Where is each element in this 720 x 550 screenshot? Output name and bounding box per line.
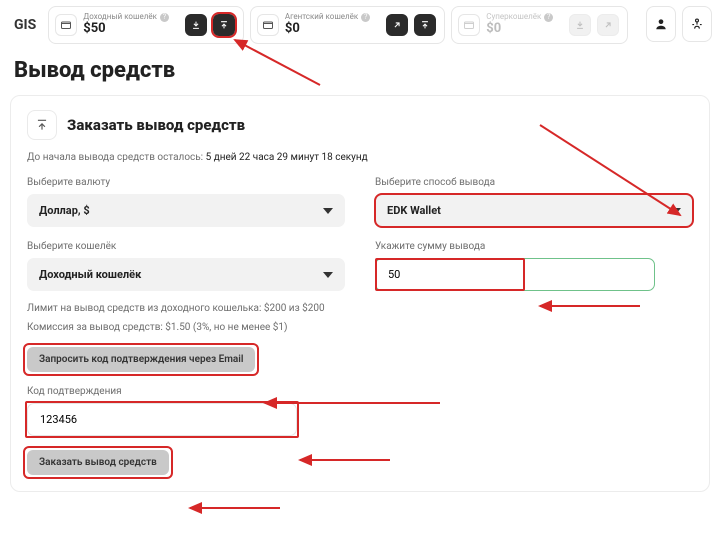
- info-icon[interactable]: ?: [160, 13, 169, 22]
- countdown-row: До начала вывода средств осталось: 5 дне…: [27, 152, 693, 163]
- currency-select[interactable]: Доллар, $: [27, 194, 345, 227]
- code-input-wrap: [27, 403, 297, 436]
- top-bar: GIS Доходный кошелёк? $50 Агентский коше…: [0, 0, 720, 50]
- fee-line: Комиссия за вывод средств: $1.50 (3%, но…: [27, 322, 693, 333]
- section-title: Заказать вывод средств: [67, 116, 245, 134]
- method-label: Выберите способ вывода: [375, 177, 693, 188]
- deposit-button[interactable]: [185, 14, 207, 36]
- withdraw-button[interactable]: [414, 14, 436, 36]
- profile-button[interactable]: [646, 6, 676, 42]
- chevron-down-icon: [671, 208, 681, 214]
- currency-value: Доллар, $: [39, 204, 90, 217]
- wallet-icon: [55, 14, 77, 36]
- wallet-icon: [458, 14, 480, 36]
- code-label: Код подтверждения: [27, 386, 693, 397]
- wallet-amount: $0: [285, 22, 370, 36]
- method-select[interactable]: EDK Wallet: [375, 194, 693, 227]
- wallet-select-label: Выберите кошелёк: [27, 241, 345, 252]
- limit-line: Лимит на вывод средств из доходного коше…: [27, 303, 693, 314]
- deposit-button-disabled: [569, 14, 591, 36]
- transfer-out-button[interactable]: [386, 14, 408, 36]
- wallet-amount: $50: [83, 22, 169, 36]
- amount-input[interactable]: [388, 268, 642, 281]
- amount-input-wrap: [375, 258, 655, 291]
- request-email-code-button[interactable]: Запросить код подтверждения через Email: [27, 347, 255, 372]
- info-icon[interactable]: ?: [544, 13, 553, 22]
- currency-label: Выберите валюту: [27, 177, 345, 188]
- wallet-card-income: Доходный кошелёк? $50: [48, 6, 244, 44]
- transfer-button-disabled: [597, 14, 619, 36]
- wallet-select[interactable]: Доходный кошелёк: [27, 258, 345, 291]
- chevron-down-icon: [323, 272, 333, 278]
- wallet-card-super: Суперкошелёк? $0: [451, 6, 628, 44]
- withdraw-button[interactable]: [213, 14, 235, 36]
- wallet-amount: $0: [486, 22, 553, 36]
- wallet-card-agent: Агентский кошелёк? $0: [250, 6, 445, 44]
- info-icon[interactable]: ?: [361, 13, 370, 22]
- wallet-icon: [257, 14, 279, 36]
- submit-withdraw-button[interactable]: Заказать вывод средств: [27, 450, 169, 475]
- method-value: EDK Wallet: [387, 204, 441, 217]
- countdown-value: 5 дней 22 часа 29 минут 18 секунд: [206, 152, 368, 163]
- withdraw-icon: [27, 110, 57, 140]
- referral-button[interactable]: [682, 6, 712, 42]
- wallet-select-value: Доходный кошелёк: [39, 268, 141, 281]
- amount-label: Укажите сумму вывода: [375, 241, 693, 252]
- chevron-down-icon: [323, 208, 333, 214]
- page-title: Вывод средств: [0, 50, 720, 95]
- withdraw-card: Заказать вывод средств До начала вывода …: [10, 95, 710, 492]
- brand-logo: GIS: [8, 6, 42, 44]
- code-input[interactable]: [40, 413, 284, 426]
- countdown-label: До начала вывода средств осталось:: [27, 152, 203, 163]
